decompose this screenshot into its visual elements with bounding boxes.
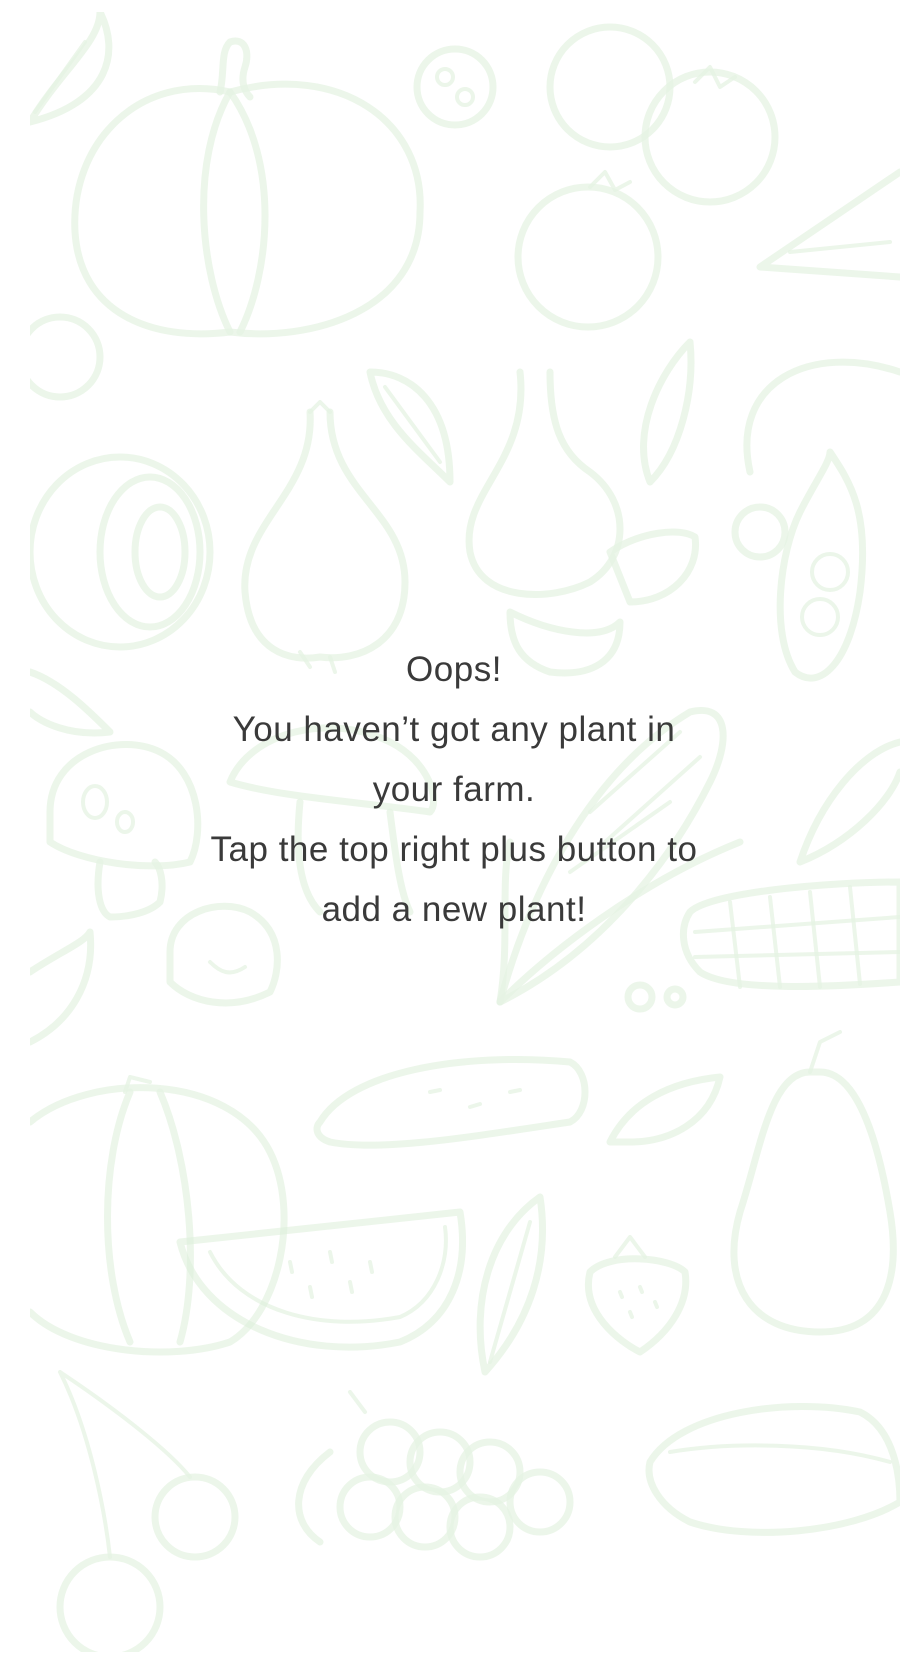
tomato-icon bbox=[514, 23, 779, 331]
empty-message-line: You haven’t got any plant in bbox=[232, 710, 676, 749]
leaf-icon bbox=[606, 1073, 724, 1146]
pumpkin-icon bbox=[30, 1075, 288, 1356]
onion-icon bbox=[241, 400, 409, 674]
empty-message-hint: add a new plant! bbox=[321, 890, 587, 929]
raspberry-icon bbox=[413, 45, 497, 129]
pumpkin-icon bbox=[71, 37, 424, 338]
empty-message-title: Oops! bbox=[406, 650, 502, 689]
leaf-icon bbox=[30, 12, 113, 126]
carrot-icon bbox=[756, 168, 900, 281]
farm-empty-screen: Oops! You haven’t got any plant in your … bbox=[0, 0, 908, 1662]
cherry-icon bbox=[56, 1370, 239, 1652]
grapes-icon bbox=[295, 1390, 574, 1561]
leaf-icon bbox=[30, 668, 114, 737]
pear-icon bbox=[730, 1030, 897, 1336]
empty-message-hint: Tap the top right plus button to bbox=[210, 830, 698, 869]
empty-farm-message: Oops! You haven’t got any plant in your … bbox=[150, 640, 758, 940]
strawberry-icon bbox=[584, 1235, 690, 1356]
cauliflower-icon bbox=[30, 313, 104, 401]
leaf-icon bbox=[796, 738, 900, 866]
garlic-icon bbox=[465, 368, 700, 677]
leaf-icon bbox=[640, 338, 695, 486]
leaf-icon bbox=[476, 1193, 546, 1376]
empty-message-line: your farm. bbox=[372, 770, 536, 809]
watermelon-slice-icon bbox=[176, 1208, 466, 1351]
pea-pod-icon bbox=[731, 358, 900, 682]
leaf-icon bbox=[366, 368, 454, 486]
cucumber-icon bbox=[313, 1056, 589, 1149]
mango-icon bbox=[645, 1402, 900, 1536]
leaf-icon bbox=[30, 928, 95, 1046]
onion-slice-icon bbox=[30, 453, 214, 651]
